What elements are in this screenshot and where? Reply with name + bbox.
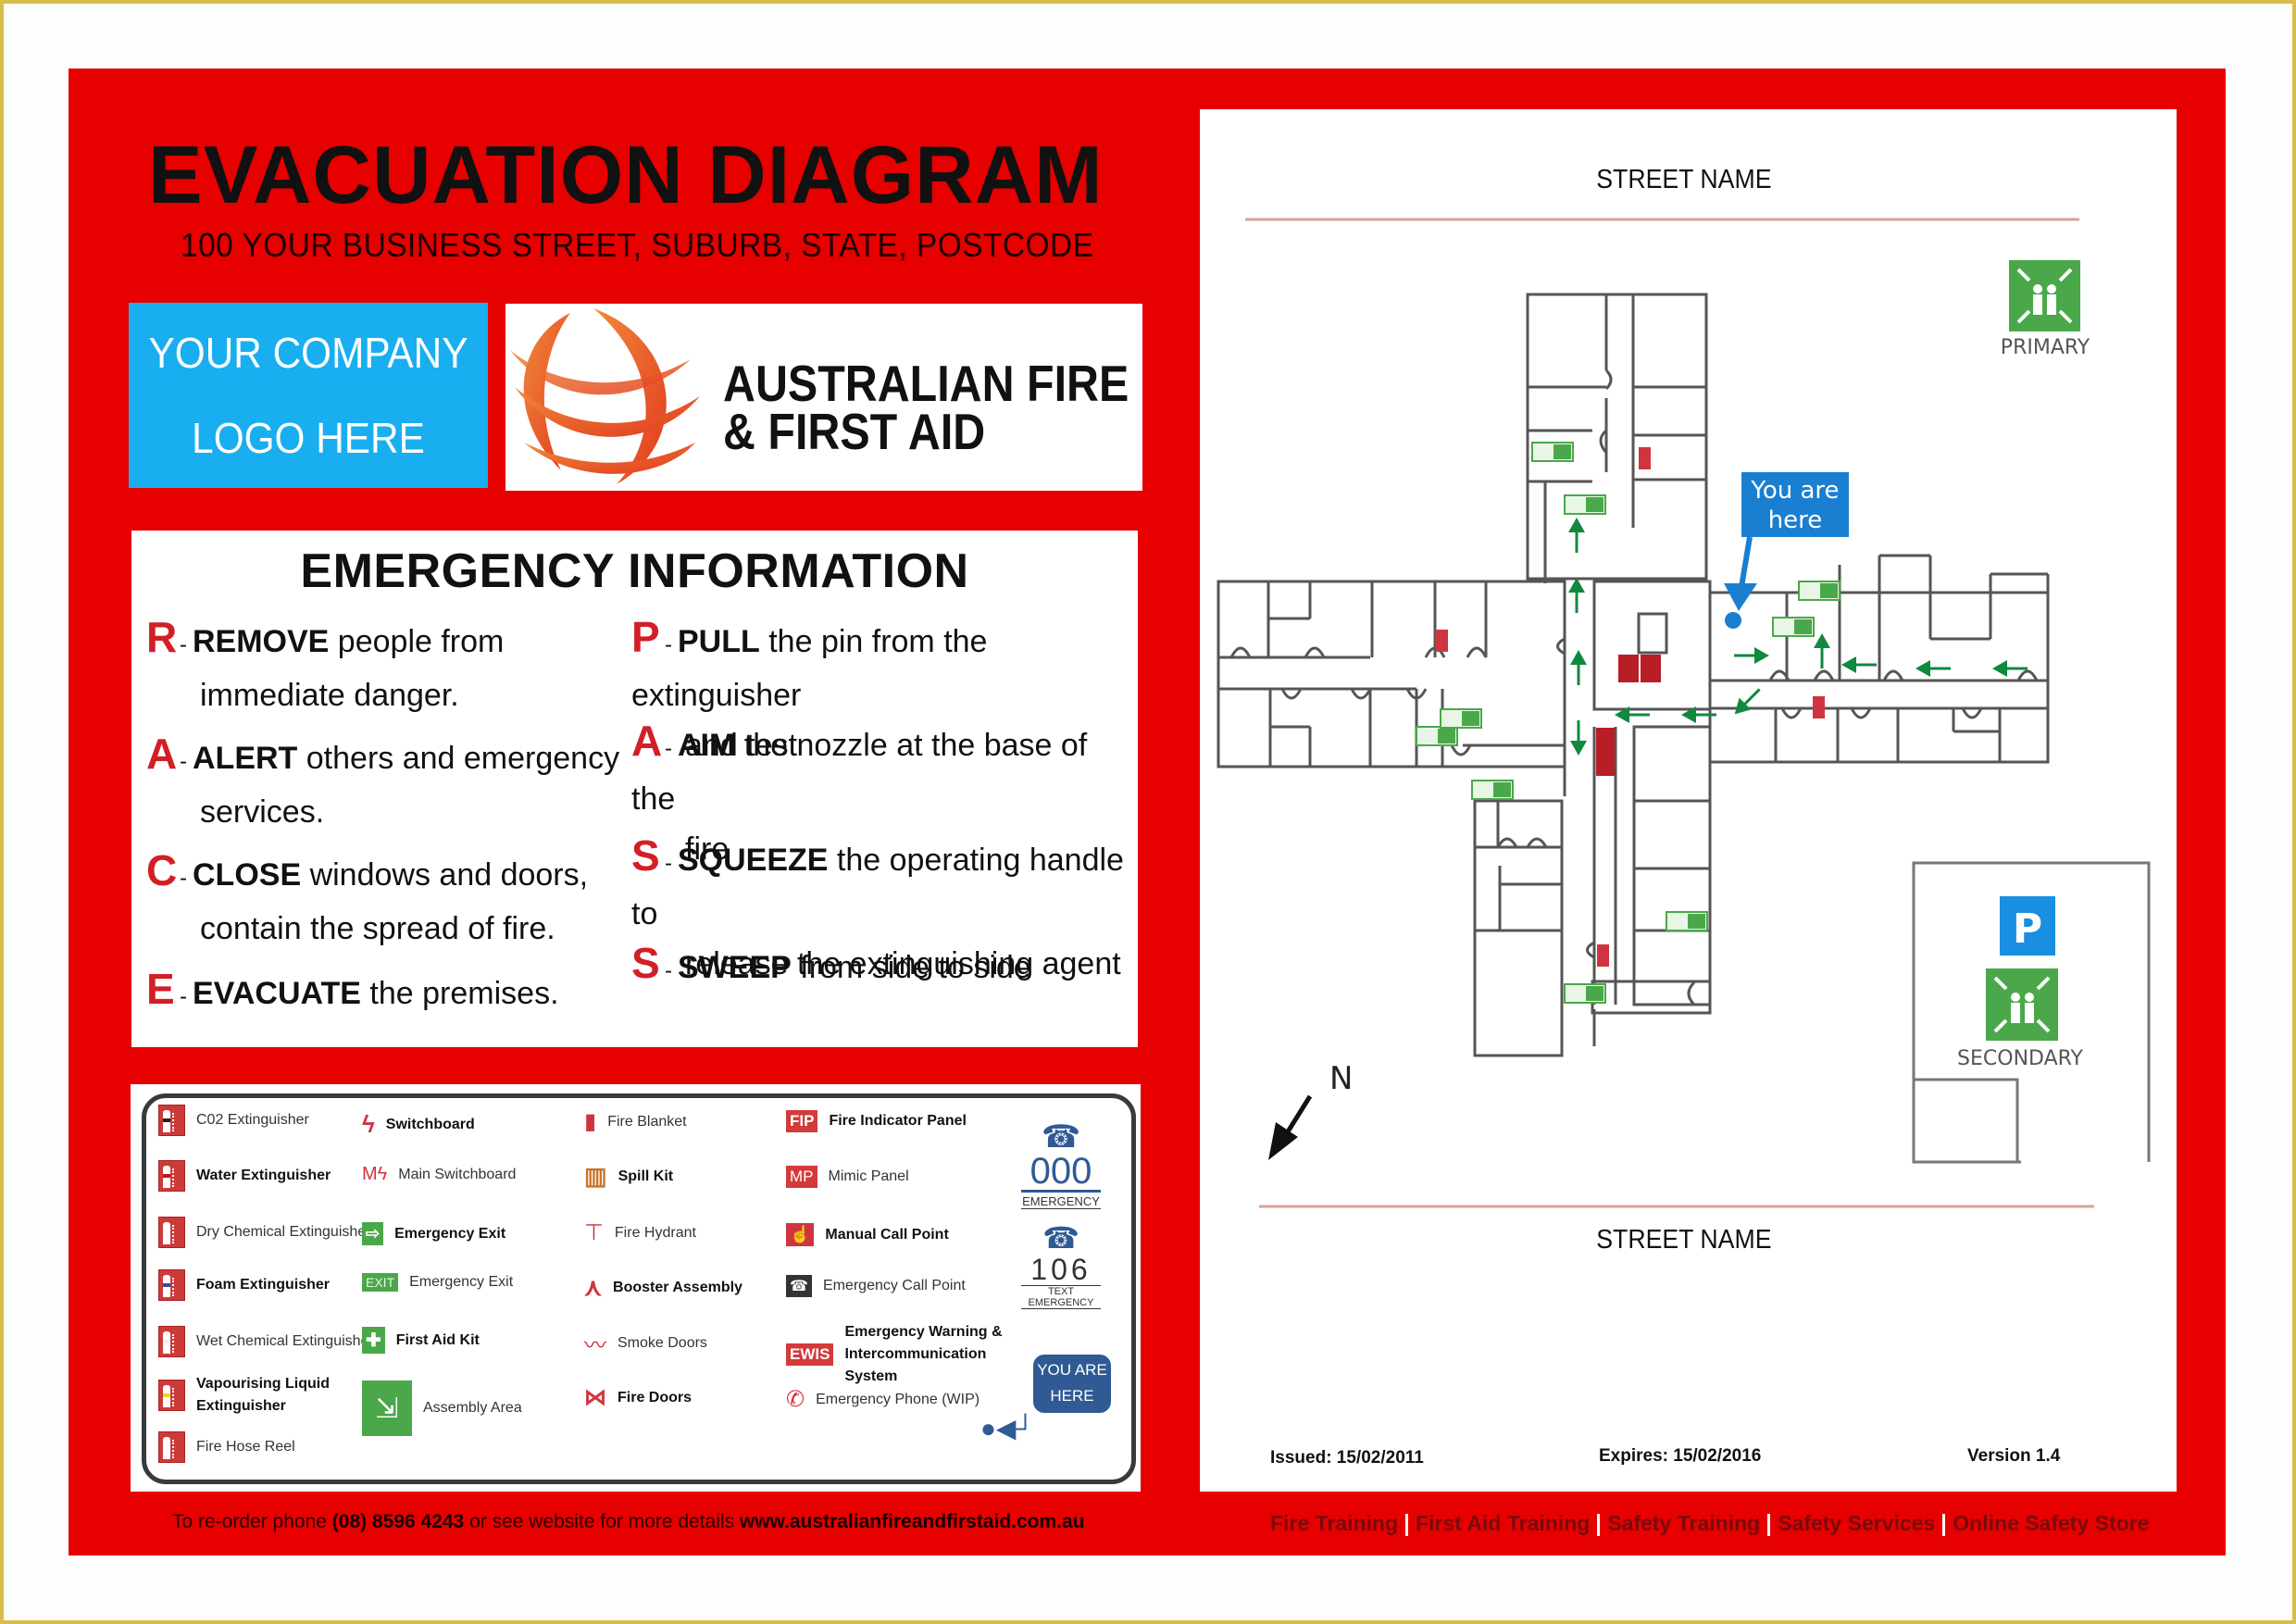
expiry-date: Expires: 15/02/2016 <box>1599 1446 1762 1466</box>
fire-blanket-icon <box>1813 696 1825 718</box>
floor-plan: You are here PRIMARY P SECONDARY N <box>1217 218 2151 1208</box>
car-park: P SECONDARY <box>1912 861 2151 1164</box>
link-separator <box>1767 1513 1771 1536</box>
evacuation-arrow <box>1915 660 1951 677</box>
exit-arrow-icon <box>1586 986 1603 1001</box>
service-links: Fire Training First Aid Training Safety Tr… <box>1270 1511 2149 1536</box>
extinguisher-icon <box>1618 655 1639 682</box>
evacuation-arrow <box>1734 688 1761 715</box>
version-label: Version 1.4 <box>1967 1446 2061 1466</box>
evacuation-arrow <box>1570 650 1587 685</box>
street-name-top: STREET NAME <box>1596 165 1772 194</box>
evacuation-arrow <box>1841 656 1877 673</box>
service-link-fire-training[interactable]: Fire Training <box>1270 1511 1398 1535</box>
exit-arrow-icon <box>1820 583 1838 598</box>
fire-blanket-icon <box>1435 630 1448 652</box>
secondary-label: SECONDARY <box>1957 1047 2083 1070</box>
link-separator <box>1405 1513 1409 1536</box>
evacuation-arrow <box>1734 647 1769 664</box>
fire-blanket-icon <box>1597 944 1609 967</box>
north-label: N <box>1329 1060 1353 1097</box>
extinguisher-icon <box>1641 655 1661 682</box>
exit-arrow-icon <box>1688 914 1705 929</box>
issued-date: Issued: 15/02/2011 <box>1270 1448 1424 1468</box>
north-arrow-icon: N <box>1268 1060 1353 1160</box>
service-link-safety-training[interactable]: Safety Training <box>1607 1511 1760 1535</box>
evacuation-arrow <box>1814 633 1830 668</box>
exit-arrow-icon <box>1462 711 1479 726</box>
exit-arrow-icon <box>1493 782 1511 797</box>
fire-blanket-icon <box>1639 447 1651 469</box>
street-name-bottom: STREET NAME <box>1596 1225 1772 1255</box>
primary-label: PRIMARY <box>2001 336 2090 359</box>
exit-arrow-icon <box>1586 497 1603 512</box>
link-separator <box>1942 1513 1946 1536</box>
you-are-here-label: here <box>1768 506 1823 534</box>
you-are-here-label: You are <box>1750 477 1839 505</box>
service-link-first-aid-training[interactable]: First Aid Training <box>1416 1511 1590 1535</box>
evacuation-arrow <box>1568 518 1585 553</box>
service-link-safety-services[interactable]: Safety Services <box>1778 1511 1935 1535</box>
exit-arrow-icon <box>1794 619 1812 634</box>
exit-arrow-icon <box>1554 444 1571 459</box>
service-link-online-safety-store[interactable]: Online Safety Store <box>1953 1511 2149 1535</box>
evacuation-arrow <box>1568 578 1585 613</box>
svg-text:P: P <box>2013 906 2042 953</box>
primary-assembly-area: PRIMARY <box>2001 260 2090 359</box>
hose-reel-icon <box>1596 728 1615 776</box>
exit-arrow-icon <box>1438 729 1455 743</box>
link-separator <box>1597 1513 1601 1536</box>
evacuation-arrow <box>1570 720 1587 756</box>
